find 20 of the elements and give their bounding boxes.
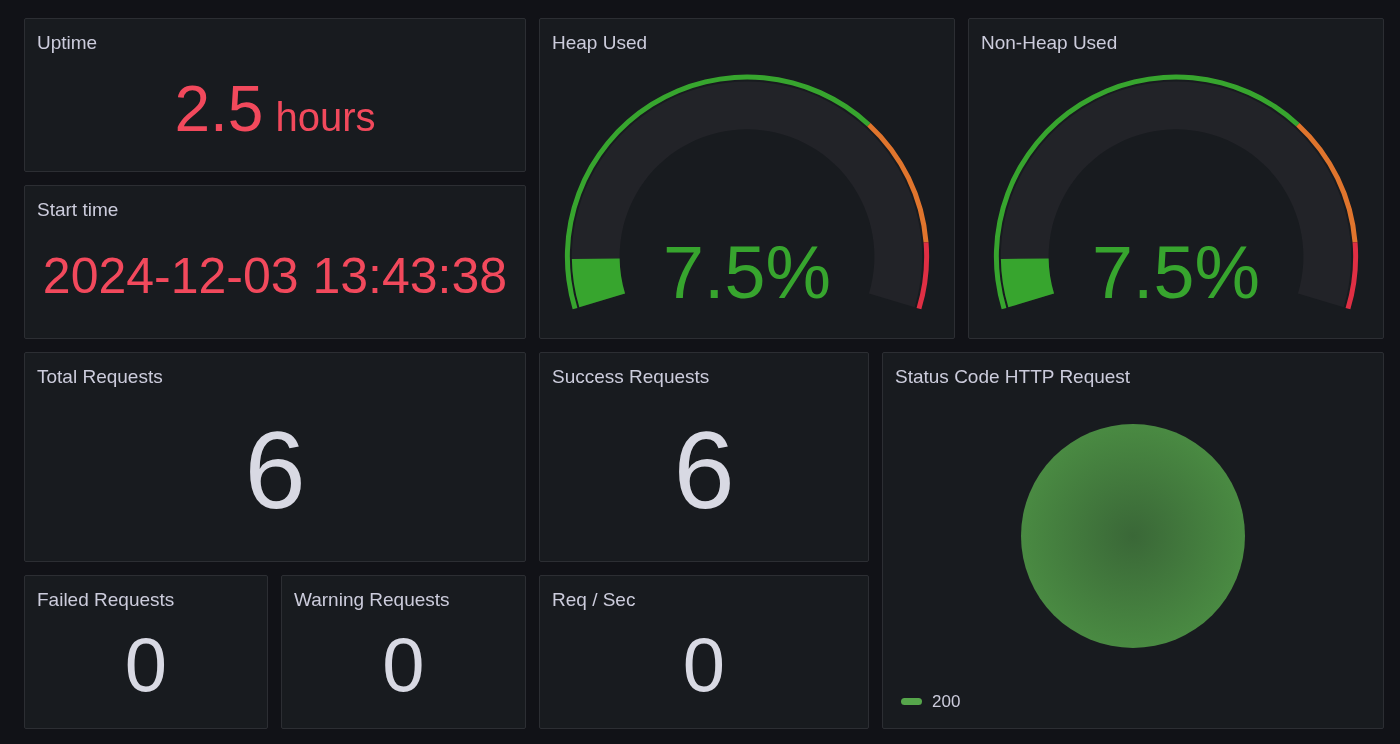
gauge-value: 7.5% bbox=[1092, 231, 1260, 315]
gauge-value: 7.5% bbox=[663, 231, 831, 315]
stat-value: 0 bbox=[382, 627, 425, 703]
stat-value: 6 bbox=[244, 415, 306, 525]
panel-title: Start time bbox=[36, 198, 120, 222]
panel-title: Non-Heap Used bbox=[980, 31, 1119, 55]
stat-value: 2024-12-03 13:43:38 bbox=[42, 251, 508, 301]
stat-value: 0 bbox=[682, 627, 726, 703]
panel-title: Req / Sec bbox=[551, 588, 637, 612]
panel-title: Status Code HTTP Request bbox=[894, 365, 1132, 389]
stat-value: 0 bbox=[124, 627, 168, 703]
panel-title: Success Requests bbox=[551, 365, 711, 389]
panel-title: Warning Requests bbox=[293, 588, 451, 612]
panel-title: Heap Used bbox=[551, 31, 649, 55]
stat-value: 6 bbox=[673, 415, 735, 525]
panel-title: Uptime bbox=[36, 31, 99, 55]
panel-title: Total Requests bbox=[36, 365, 164, 389]
legend-label: 200 bbox=[932, 690, 961, 713]
panel-title: Failed Requests bbox=[36, 588, 176, 612]
stat-value: 2.5 hours bbox=[174, 77, 376, 141]
